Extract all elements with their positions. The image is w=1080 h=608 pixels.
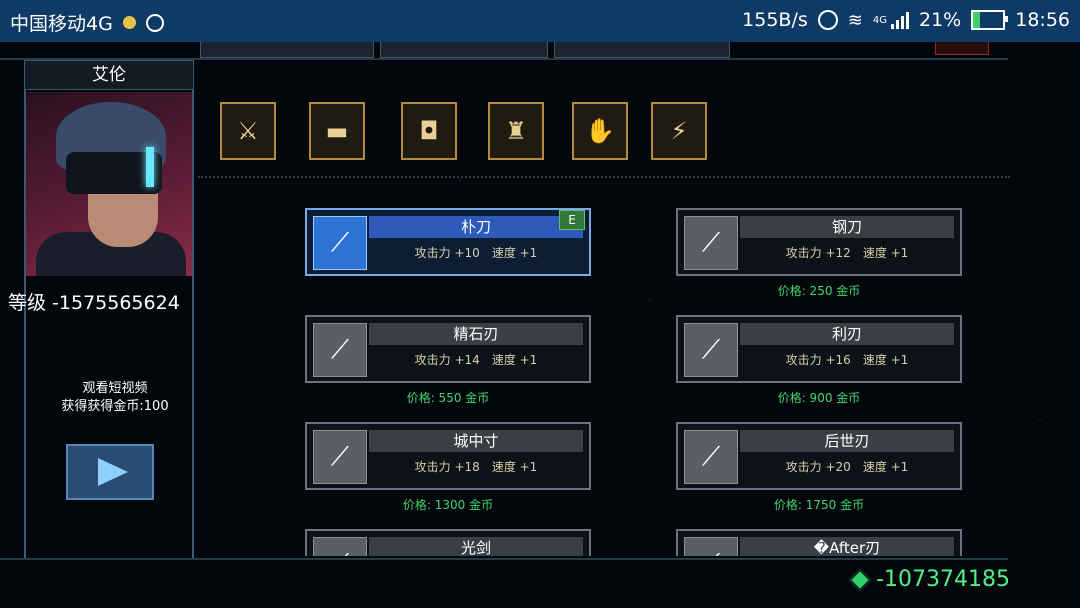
item-card-1[interactable]: ⟋ 朴刀 E 攻击力 +10 速度 +1 bbox=[305, 208, 591, 276]
equipped-badge: E bbox=[559, 210, 585, 230]
item-price: 价格: 250 金币 bbox=[777, 284, 861, 298]
signal-icon bbox=[891, 11, 909, 29]
blade-icon: ⟋ bbox=[313, 430, 367, 484]
character-name: 艾伦 bbox=[24, 60, 194, 90]
gem-icon bbox=[848, 568, 872, 591]
character-portrait bbox=[26, 92, 192, 276]
carrier-label: 中国移动4G bbox=[10, 13, 113, 35]
item-attack: 攻击力 +20 bbox=[785, 460, 851, 474]
item-card-2[interactable]: ⟋ 钢刀 攻击力 +12 速度 +1 bbox=[676, 208, 962, 276]
claw-category-icon[interactable]: ✋ bbox=[572, 102, 628, 160]
category-divider bbox=[198, 176, 1010, 178]
dagger-icon: ⟋ bbox=[313, 216, 367, 270]
item-attack: 攻击力 +10 bbox=[414, 246, 480, 260]
item-price: 价格: 1300 金币 bbox=[402, 498, 494, 512]
status-bar: 中国移动4G 155B/s ≋ 4G 21% 18:56 bbox=[0, 0, 1080, 42]
item-card-8-clip: ⟋ �After刃 bbox=[676, 529, 962, 556]
armor-category-icon[interactable]: ♜ bbox=[488, 102, 544, 160]
location-icon bbox=[145, 13, 164, 32]
item-stats: 攻击力 +12 速度 +1 bbox=[740, 244, 954, 261]
wifi-icon: ≋ bbox=[847, 9, 863, 31]
item-card-7[interactable]: ⟋ 光剑 bbox=[305, 529, 591, 556]
item-attack: 攻击力 +16 bbox=[785, 353, 851, 367]
clock: 18:56 bbox=[1015, 9, 1070, 31]
item-speed: 速度 +1 bbox=[862, 246, 909, 260]
item-name: 光剑 bbox=[369, 537, 583, 556]
item-name: 利刃 bbox=[740, 323, 954, 345]
net-speed: 155B/s bbox=[742, 9, 808, 31]
item-card-4[interactable]: ⟋ 利刃 攻击力 +16 速度 +1 bbox=[676, 315, 962, 383]
tab-1[interactable] bbox=[200, 42, 374, 58]
item-stats: 攻击力 +18 速度 +1 bbox=[369, 458, 583, 475]
video-reward-line2: 获得获得金币:100 bbox=[61, 399, 169, 414]
item-name: 后世刃 bbox=[740, 430, 954, 452]
item-name: 城中寸 bbox=[369, 430, 583, 452]
video-reward-line1: 观看短视频 bbox=[82, 381, 148, 396]
item-stats: 攻击力 +14 速度 +1 bbox=[369, 351, 583, 368]
item-name: 钢刀 bbox=[740, 216, 954, 238]
item-card-3[interactable]: ⟋ 精石刃 攻击力 +14 速度 +1 bbox=[305, 315, 591, 383]
knife-icon: ⟋ bbox=[684, 216, 738, 270]
blade-icon: ⟋ bbox=[684, 430, 738, 484]
status-right: 155B/s ≋ 4G 21% 18:56 bbox=[742, 9, 1070, 31]
level-readout: 等级 -1575565624 bbox=[8, 292, 180, 314]
watch-video-button[interactable] bbox=[66, 444, 154, 500]
item-stats: 攻击力 +20 速度 +1 bbox=[740, 458, 954, 475]
item-speed: 速度 +1 bbox=[862, 353, 909, 367]
energy-category-icon[interactable]: ⚡ bbox=[651, 102, 707, 160]
item-speed: 速度 +1 bbox=[491, 353, 538, 367]
status-left: 中国移动4G bbox=[10, 9, 164, 36]
battery-percent: 21% bbox=[919, 9, 962, 31]
item-card-6[interactable]: ⟋ 后世刃 攻击力 +20 速度 +1 bbox=[676, 422, 962, 490]
alarm-icon bbox=[817, 10, 838, 30]
tab-3[interactable] bbox=[554, 42, 730, 58]
item-card-5[interactable]: ⟋ 城中寸 攻击力 +18 速度 +1 bbox=[305, 422, 591, 490]
gun-category-icon[interactable]: ▬ bbox=[309, 102, 365, 160]
item-card-7-clip: ⟋ 光剑 bbox=[305, 529, 591, 556]
portrait-visor-light bbox=[146, 147, 154, 187]
top-tabs bbox=[200, 42, 740, 58]
blade-icon: ⟋ bbox=[684, 323, 738, 377]
item-attack: 攻击力 +18 bbox=[414, 460, 480, 474]
battery-icon bbox=[971, 10, 1009, 30]
blade-category-icon[interactable]: ⚔ bbox=[220, 102, 276, 160]
blade-icon: ⟋ bbox=[684, 537, 738, 556]
item-stats: 攻击力 +10 速度 +1 bbox=[369, 244, 583, 261]
item-stats: 攻击力 +16 速度 +1 bbox=[740, 351, 954, 368]
video-reward-text: 观看短视频 获得获得金币:100 bbox=[52, 380, 178, 416]
item-speed: 速度 +1 bbox=[491, 246, 538, 260]
blade-icon: ⟋ bbox=[313, 323, 367, 377]
item-price: 价格: 1750 金币 bbox=[773, 498, 865, 512]
item-speed: 速度 +1 bbox=[491, 460, 538, 474]
item-card-8[interactable]: ⟋ �After刃 bbox=[676, 529, 962, 556]
tab-2[interactable] bbox=[380, 42, 548, 58]
notification-dot-icon bbox=[122, 16, 136, 29]
item-attack: 攻击力 +12 bbox=[785, 246, 851, 260]
item-speed: 速度 +1 bbox=[862, 460, 909, 474]
currency-display: -107374185 bbox=[848, 567, 1010, 592]
item-name: 精石刃 bbox=[369, 323, 583, 345]
helmet-category-icon[interactable]: ◘ bbox=[401, 102, 457, 160]
item-price: 价格: 900 金币 bbox=[777, 391, 861, 405]
network-type: 4G bbox=[872, 14, 887, 26]
item-name: �After刃 bbox=[740, 537, 954, 556]
currency-value: -107374185 bbox=[876, 567, 1010, 592]
item-name: 朴刀 bbox=[369, 216, 583, 238]
bottom-divider bbox=[0, 558, 1008, 560]
item-attack: 攻击力 +14 bbox=[414, 353, 480, 367]
blade-icon: ⟋ bbox=[313, 537, 367, 556]
item-price: 价格: 550 金币 bbox=[406, 391, 490, 405]
close-tab[interactable] bbox=[935, 42, 989, 55]
